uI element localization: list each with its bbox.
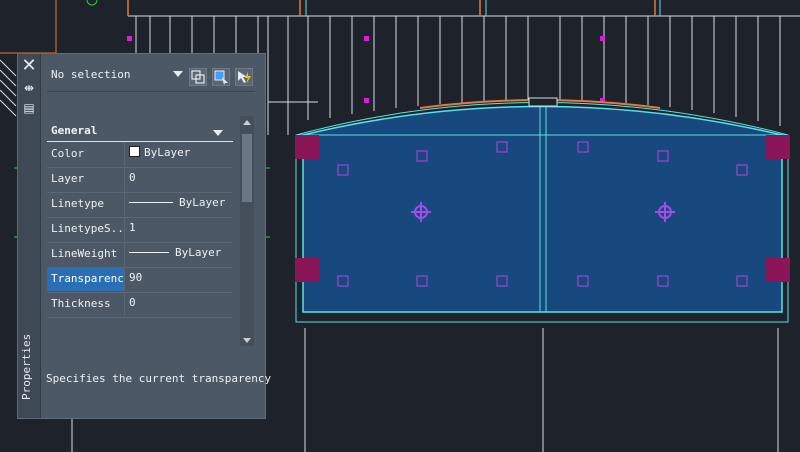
property-value[interactable]: 1 [129,217,232,241]
property-label: Transparency [47,267,125,291]
property-value[interactable]: ByLayer [129,192,232,216]
property-value[interactable]: 0 [129,167,232,191]
property-label: Thickness [47,292,125,316]
selection-dropdown[interactable]: No selection [45,64,185,84]
category-label: General [51,124,98,137]
properties-scrollbar[interactable] [240,116,254,346]
property-value[interactable]: ByLayer [129,242,232,266]
scroll-down-icon[interactable] [243,338,251,343]
property-row-linetype-scale[interactable]: LinetypeS... 1 [47,217,232,243]
lineweight-preview [129,252,169,253]
palette-title-strip[interactable]: ✕ ⇼ ▤ Properties [18,54,41,418]
property-label: Linetype [47,192,125,216]
center-cap [528,97,558,107]
property-label: Color [47,142,125,166]
toolbar-separator [47,91,255,92]
property-label: LinetypeS... [47,217,125,241]
color-value: ByLayer [144,146,191,159]
chevron-down-icon [173,71,183,77]
property-row-thickness[interactable]: Thickness 0 [47,292,232,318]
linetype-value: ByLayer [179,196,226,209]
property-row-linetype[interactable]: Linetype ByLayer [47,192,232,218]
linetype-preview [129,202,173,203]
property-row-transparency[interactable]: Transparency 90 [47,267,232,293]
scroll-thumb[interactable] [242,134,252,202]
quick-select-button[interactable] [235,68,253,86]
color-swatch [129,146,140,157]
property-value[interactable]: 0 [129,292,232,316]
toggle-pickadd-button[interactable] [189,68,207,86]
properties-palette[interactable]: ✕ ⇼ ▤ Properties No selection General Co… [17,53,271,419]
selection-value: No selection [51,68,131,81]
toggle-pickadd-icon [191,70,205,84]
select-objects-icon [214,70,228,85]
quick-select-icon [238,71,251,84]
property-row-lineweight[interactable]: LineWeight ByLayer [47,242,232,268]
palette-content: No selection General Color ByLayer Layer… [41,54,271,418]
palette-title: Properties [20,333,33,400]
property-row-color[interactable]: Color ByLayer [47,142,232,168]
property-value[interactable]: 90 [129,267,232,291]
category-general[interactable]: General [47,122,233,142]
room-fill [302,105,783,313]
property-value[interactable]: ByLayer [129,142,232,166]
close-icon[interactable]: ✕ [21,57,37,75]
property-label: LineWeight [47,242,125,266]
property-label: Layer [47,167,125,191]
property-row-layer[interactable]: Layer 0 [47,167,232,193]
scroll-up-icon[interactable] [243,120,251,125]
lineweight-value: ByLayer [175,246,222,259]
select-objects-button[interactable] [212,68,230,86]
properties-menu-icon[interactable]: ▤ [21,100,37,116]
chevron-down-icon [213,130,223,136]
autohide-icon[interactable]: ⇼ [21,80,37,96]
property-description: Specifies the current transparency [46,372,272,385]
